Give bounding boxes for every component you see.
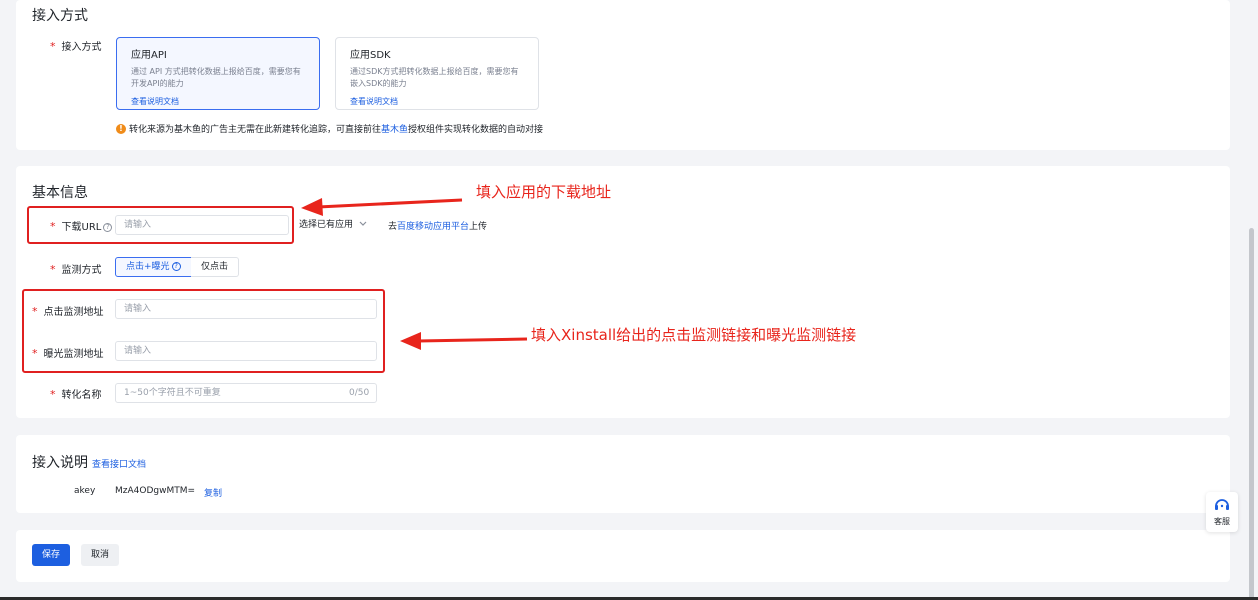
scrollbar[interactable] [1249, 228, 1254, 600]
arrow-head-download [301, 198, 323, 216]
customer-service-label: 客服 [1214, 517, 1230, 526]
headset-icon [1215, 499, 1229, 510]
annotation-arrows [301, 198, 528, 350]
download-url-annotation: 填入应用的下载地址 [476, 183, 612, 201]
arrow-line-monitor [417, 337, 528, 343]
customer-service-button[interactable]: 客服 [1206, 492, 1238, 532]
page: 接入方式 * 接入方式 应用API 通过 API 方式把转化数据上报给百度，需要您… [0, 0, 1258, 600]
arrow-head-monitor [400, 332, 421, 350]
arrow-line-download [317, 198, 463, 209]
monitor-annotation: 填入Xinstall给出的点击监测链接和曝光监测链接 [531, 326, 857, 344]
